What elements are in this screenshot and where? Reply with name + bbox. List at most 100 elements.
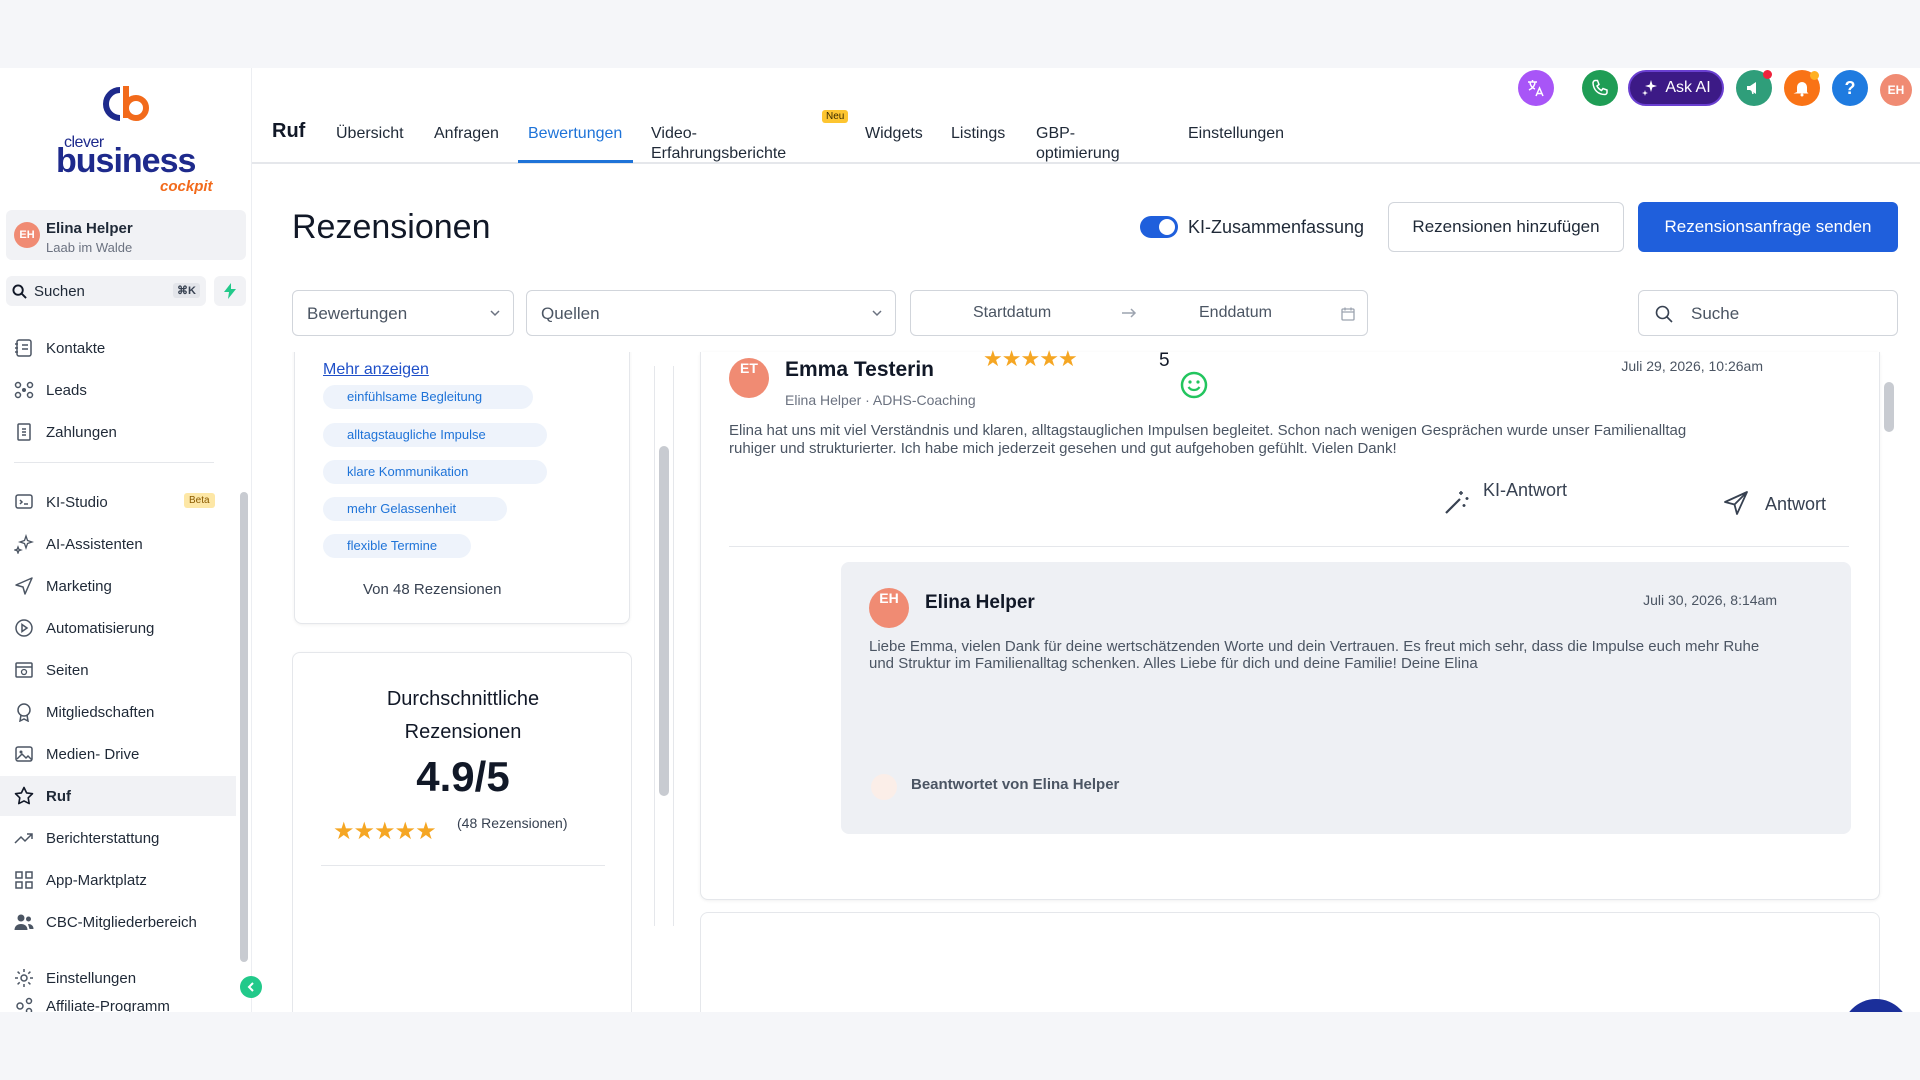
sidebar: clever business cockpit EH Elina Helper … — [0, 68, 252, 1012]
brand-logo[interactable]: clever business cockpit — [56, 84, 213, 195]
help-icon: ? — [1844, 77, 1856, 98]
leads-icon — [14, 381, 34, 399]
sidebar-item-seiten[interactable]: Seiten — [0, 650, 236, 690]
star-icon: ★ — [394, 818, 416, 845]
chevron-down-icon — [490, 310, 500, 317]
sidebar-item-medien-drive[interactable]: Medien- Drive — [0, 734, 236, 774]
sidebar-item-app-marktplatz[interactable]: App-Marktplatz — [0, 860, 236, 900]
sidebar-item-zahlungen[interactable]: Zahlungen — [0, 412, 236, 452]
badge-icon — [17, 703, 31, 722]
summary-tag[interactable]: flexible Termine — [323, 534, 471, 558]
tab-einstellungen[interactable]: Einstellungen — [1188, 124, 1284, 164]
chevron-down-icon — [872, 310, 882, 317]
summary-scrollbar[interactable] — [654, 366, 674, 926]
nav-divider — [14, 462, 214, 463]
scroll-thumb[interactable] — [659, 446, 669, 796]
summary-column: Mehr anzeigen einfühlsame Begleitung all… — [292, 352, 632, 1012]
star-icon: ★ — [374, 818, 395, 845]
summary-tag[interactable]: klare Kommunikation — [323, 460, 547, 484]
date-range-picker[interactable]: Startdatum Enddatum — [910, 290, 1368, 336]
ratings-filter-label: Bewertungen — [307, 304, 408, 323]
average-rating-stars: ★★★★★ — [333, 817, 437, 846]
review-search[interactable]: Suche — [1638, 290, 1898, 336]
sidebar-item-label: Affiliate-Programm — [46, 997, 170, 1013]
beta-badge: Beta — [184, 493, 215, 508]
quick-actions-button[interactable] — [214, 276, 246, 306]
logo-mark-icon — [103, 86, 149, 121]
sidebar-item-mitgliedschaften[interactable]: Mitgliedschaften — [0, 692, 236, 732]
star-icon: ★ — [353, 818, 375, 845]
end-date[interactable]: Enddatum — [1199, 304, 1272, 322]
summary-review-count: Von 48 Rezensionen — [363, 581, 502, 598]
play-circle-icon — [15, 619, 33, 637]
reviews-scrollbar[interactable] — [1884, 382, 1894, 432]
show-more-link[interactable]: Mehr anzeigen — [323, 361, 429, 379]
sidebar-item-berichterstattung[interactable]: Berichterstattung — [0, 818, 236, 858]
ask-ai-button[interactable]: Ask AI — [1628, 70, 1724, 106]
sidebar-item-marketing[interactable]: Marketing — [0, 566, 236, 606]
phone-button[interactable] — [1582, 70, 1618, 106]
sidebar-item-label: Kontakte — [46, 339, 106, 357]
account-switcher[interactable]: EH Elina Helper Laab im Walde — [6, 210, 246, 260]
review-card: ET Emma Testerin Elina Helper · ADHS-Coa… — [700, 346, 1880, 900]
lightning-icon — [224, 283, 236, 299]
sidebar-item-ki-studio[interactable]: KI-Studio Beta — [0, 482, 236, 522]
new-badge: Neu — [822, 110, 849, 123]
summary-tag[interactable]: alltagstaugliche Impulse — [323, 423, 547, 447]
tab-gbp-optimierung[interactable]: GBP-optimierung — [1036, 124, 1120, 164]
sidebar-item-label: App-Marktplatz — [46, 871, 147, 889]
page-title: Rezensionen — [292, 208, 491, 246]
tab-uebersicht[interactable]: Übersicht — [336, 124, 404, 164]
sidebar-search-button[interactable]: Suchen ⌘K — [6, 276, 206, 306]
ai-reply-label: KI-Antwort — [1483, 480, 1568, 500]
affiliate-icon — [16, 997, 33, 1012]
sidebar-item-label: AI-Assistenten — [46, 535, 143, 553]
add-reviews-button[interactable]: Rezensionen hinzufügen — [1388, 202, 1624, 252]
sidebar-item-label: Berichterstattung — [46, 829, 160, 847]
tab-listings[interactable]: Listings — [951, 124, 1005, 164]
sources-filter[interactable]: Quellen — [526, 290, 896, 336]
notifications-button[interactable] — [1784, 70, 1820, 106]
sidebar-search-row: Suchen ⌘K — [6, 276, 246, 306]
profile-avatar[interactable]: EH — [1880, 74, 1912, 106]
sidebar-item-automatisierung[interactable]: Automatisierung — [0, 608, 236, 648]
ai-summary-toggle[interactable] — [1140, 216, 1178, 238]
review-search-input[interactable]: Suche — [1691, 304, 1739, 324]
sidebar-scrollbar[interactable] — [240, 492, 248, 962]
summary-tag[interactable]: einfühlsame Begleitung — [323, 385, 533, 409]
calendar-icon — [1341, 307, 1355, 321]
arrow-right-icon — [1122, 308, 1137, 318]
tab-video-erfahrungsberichte[interactable]: Video-Erfahrungsberichte — [651, 124, 786, 164]
reviewer-avatar: ET — [729, 358, 769, 398]
tab-bewertungen[interactable]: Bewertungen — [528, 124, 622, 164]
star-icon — [14, 786, 34, 805]
sidebar-item-affiliate-programm[interactable]: Affiliate-Programm — [0, 986, 236, 1012]
translate-button[interactable] — [1518, 70, 1554, 106]
sidebar-item-ruf[interactable]: Ruf — [0, 776, 236, 816]
summary-tag[interactable]: mehr Gelassenheit — [323, 497, 507, 521]
sidebar-item-label: Ruf — [46, 787, 71, 805]
sidebar-item-leads[interactable]: Leads — [0, 370, 236, 410]
sidebar-item-label: Einstellungen — [46, 969, 137, 987]
search-icon — [12, 284, 27, 299]
tab-anfragen[interactable]: Anfragen — [434, 124, 499, 164]
ratings-filter[interactable]: Bewertungen — [292, 290, 514, 336]
start-date[interactable]: Startdatum — [973, 304, 1051, 322]
sidebar-item-label: Medien- Drive — [46, 745, 140, 763]
announcements-button[interactable] — [1736, 70, 1772, 106]
sidebar-item-cbc-mitgliederbereich[interactable]: CBC-Mitgliederbereich — [0, 902, 236, 942]
sidebar-item-ai-assistenten[interactable]: AI-Assistenten — [0, 524, 236, 564]
translate-icon — [1528, 80, 1544, 97]
tab-widgets[interactable]: Widgets — [865, 124, 923, 164]
star-icon: ★ — [333, 818, 354, 845]
sparkles-icon — [1642, 80, 1658, 96]
reply-label: Antwort — [1765, 494, 1827, 514]
review-text: Elina hat uns mit viel Verständnis und k… — [729, 422, 1687, 457]
megaphone-icon — [1747, 82, 1756, 95]
sidebar-item-kontakte[interactable]: Kontakte — [0, 328, 236, 368]
send-review-request-button[interactable]: Rezensionsanfrage senden — [1638, 202, 1898, 252]
logo-text-business: business — [56, 142, 196, 180]
owner-avatar: EH — [869, 588, 909, 628]
star-icon: ★ — [983, 346, 1003, 371]
help-button[interactable]: ? — [1832, 70, 1868, 106]
